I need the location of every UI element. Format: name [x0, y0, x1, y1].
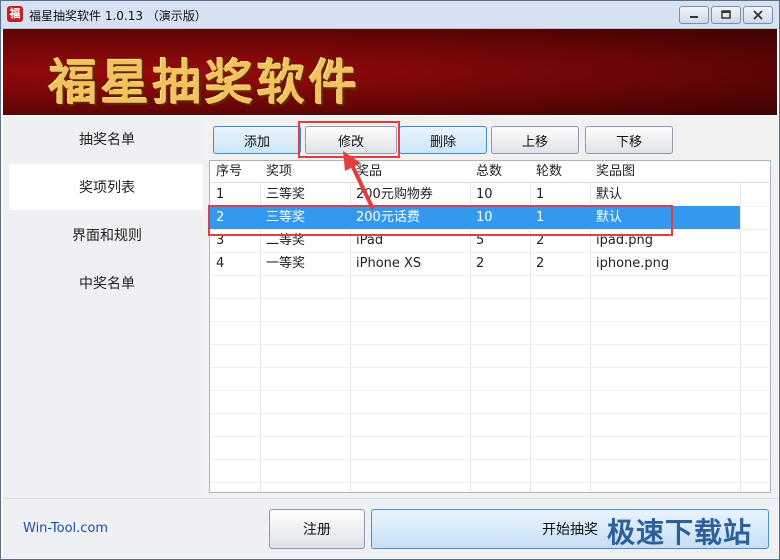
column-header-index[interactable]: 序号	[210, 161, 260, 183]
maximize-button[interactable]	[711, 6, 741, 24]
close-icon	[753, 10, 763, 20]
cell-image: iphone.png	[596, 256, 670, 271]
cell-award: 三等奖	[266, 187, 306, 202]
column-header-total[interactable]: 总数	[470, 161, 530, 183]
column-header-award[interactable]: 奖项	[260, 161, 350, 183]
cell-total: 10	[476, 187, 493, 202]
sidebar-item-winners[interactable]: 中奖名单	[9, 260, 205, 306]
table-row[interactable]: 3 二等奖 iPad 5 2 ipad.png	[210, 229, 740, 252]
cell-total: 10	[476, 210, 493, 225]
move-down-button[interactable]: 下移	[585, 126, 673, 154]
cell-index: 1	[216, 187, 225, 202]
sidebar-item-ui-rules[interactable]: 界面和规则	[9, 212, 205, 258]
prize-list-panel: 添加 修改 删除 上移 下移 序号 奖项 奖品 总数 轮数 奖品图 1 三等奖 …	[203, 116, 779, 498]
table-row[interactable]: 4 一等奖 iPhone XS 2 2 iphone.png	[210, 252, 740, 275]
cell-index: 4	[216, 256, 225, 271]
prize-table: 序号 奖项 奖品 总数 轮数 奖品图 1 三等奖 200元购物券 10 1 默认…	[209, 160, 771, 493]
site-watermark: 极速下载站	[607, 516, 753, 549]
register-button[interactable]: 注册	[269, 509, 365, 549]
cell-image: 默认	[596, 187, 623, 202]
sidebar-item-prizes[interactable]: 奖项列表	[9, 164, 205, 210]
sidebar-item-entrants[interactable]: 抽奖名单	[9, 116, 205, 162]
cell-award: 二等奖	[266, 233, 306, 248]
cell-rounds: 2	[536, 256, 545, 271]
cell-image: ipad.png	[596, 233, 653, 248]
minimize-button[interactable]	[679, 6, 709, 24]
table-header: 序号 奖项 奖品 总数 轮数 奖品图	[210, 161, 770, 183]
table-row[interactable]: 1 三等奖 200元购物券 10 1 默认	[210, 183, 740, 206]
cell-total: 5	[476, 233, 485, 248]
cell-index: 2	[216, 210, 225, 225]
cell-index: 3	[216, 233, 225, 248]
app-banner: 福星抽奖软件	[3, 29, 777, 115]
cell-prize: iPad	[356, 233, 384, 248]
cell-prize: iPhone XS	[356, 256, 422, 271]
maximize-icon	[721, 10, 731, 19]
minimize-icon	[690, 16, 698, 18]
delete-button[interactable]: 删除	[399, 126, 487, 154]
cell-image: 默认	[596, 210, 623, 225]
cell-total: 2	[476, 256, 485, 271]
annotation-arrow-icon	[343, 151, 375, 210]
column-header-rounds[interactable]: 轮数	[530, 161, 590, 183]
cell-rounds: 2	[536, 233, 545, 248]
sidebar: 抽奖名单 奖项列表 界面和规则 中奖名单	[3, 116, 205, 498]
cell-rounds: 1	[536, 187, 545, 202]
cell-rounds: 1	[536, 210, 545, 225]
cell-award: 一等奖	[266, 256, 306, 271]
website-link[interactable]: Win-Tool.com	[23, 521, 108, 536]
add-button[interactable]: 添加	[213, 126, 301, 154]
title-bar: 福 福星抽奖软件 1.0.13 （演示版）	[1, 1, 779, 29]
app-logo-icon: 福	[7, 6, 23, 22]
move-up-button[interactable]: 上移	[491, 126, 579, 154]
table-row-selected[interactable]: 2 三等奖 200元话费 10 1 默认	[210, 206, 740, 229]
app-window: 福 福星抽奖软件 1.0.13 （演示版） 福星抽奖软件 抽奖名单 奖项列表 界…	[0, 0, 780, 560]
banner-title: 福星抽奖软件	[49, 55, 362, 111]
cell-award: 三等奖	[266, 210, 306, 225]
window-title: 福星抽奖软件 1.0.13 （演示版）	[29, 9, 207, 23]
close-button[interactable]	[743, 6, 773, 24]
column-header-image[interactable]: 奖品图	[590, 161, 740, 183]
